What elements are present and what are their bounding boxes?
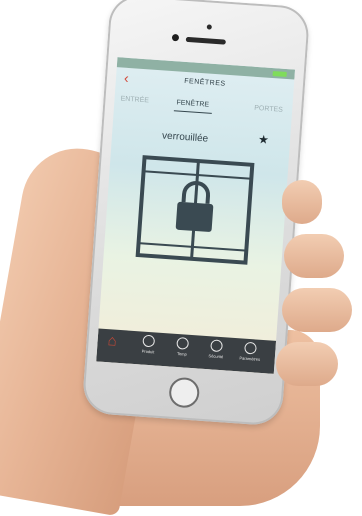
window-lock-icon[interactable] (131, 151, 258, 269)
window-icon (142, 334, 156, 348)
active-tab-indicator (173, 110, 212, 114)
clock-icon (176, 336, 190, 350)
tabbar-item-temp[interactable]: Temp (169, 336, 196, 358)
tabbar-label: Temp (176, 351, 187, 357)
tab-entree[interactable]: ENTRÉE (120, 95, 149, 104)
tabbar-item-parametres[interactable]: Paramètres (237, 341, 264, 362)
tabbar-label: Sécurité (208, 353, 224, 360)
hand-finger (284, 234, 344, 278)
phone-screen: ‹ FENÊTRES ENTRÉE FENÊTRE PORTES verroui… (96, 57, 296, 374)
tab-fenetre[interactable]: FENÊTRE (176, 99, 209, 108)
back-chevron-icon[interactable]: ‹ (123, 70, 129, 86)
hand-finger (282, 180, 322, 224)
star-icon[interactable]: ★ (258, 132, 270, 147)
battery-icon (272, 71, 287, 77)
shield-icon (210, 339, 223, 353)
tabbar-item-produit[interactable]: Produit (135, 334, 162, 355)
lock-tab-icon[interactable]: ⌂ (107, 332, 117, 350)
tab-portes[interactable]: PORTES (254, 105, 283, 114)
hand-finger (276, 342, 338, 386)
nav-title: FENÊTRES (184, 77, 226, 88)
tabbar-item-securite[interactable]: Sécurité (203, 339, 230, 360)
tabbar-label: Paramètres (239, 355, 261, 362)
settings-icon (244, 341, 257, 355)
tabbar-label: Produit (141, 348, 155, 355)
photo-scene: ‹ FENÊTRES ENTRÉE FENÊTRE PORTES verroui… (0, 0, 362, 516)
lock-status-text: verrouillée (161, 130, 209, 145)
hand-finger (282, 288, 352, 332)
